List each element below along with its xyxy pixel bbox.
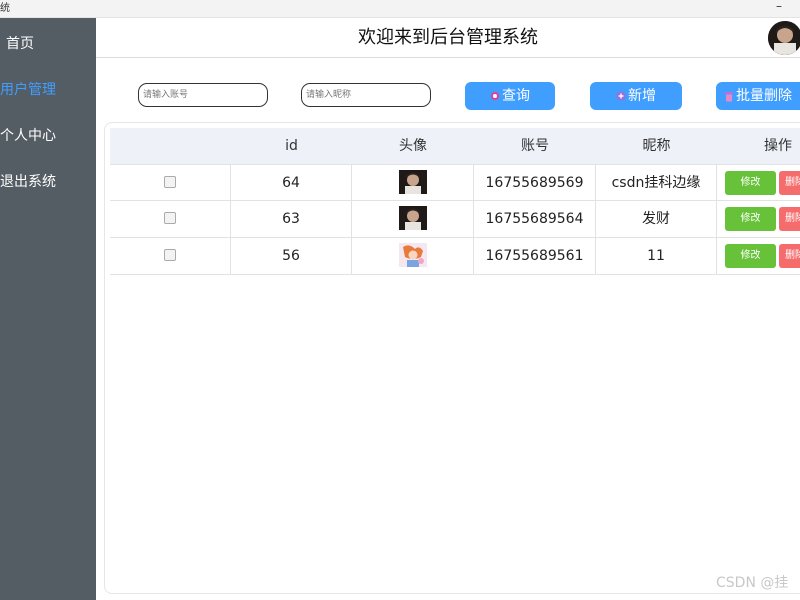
row-checkbox[interactable] — [164, 176, 176, 188]
column-header-avatar: 头像 — [399, 138, 427, 154]
id-cell: 56 — [231, 238, 352, 274]
avatar-cell — [352, 165, 474, 201]
plus-icon — [616, 91, 626, 101]
column-header-nickname: 昵称 — [642, 138, 671, 154]
user-avatar-image — [398, 205, 427, 230]
avatar-image — [768, 21, 800, 55]
column-header-id: id — [285, 138, 298, 154]
row-select-cell — [110, 201, 231, 237]
batch-delete-button-label: 批量删除 — [736, 88, 792, 104]
column-header-account: 账号 — [521, 138, 549, 154]
table-row: 56 16755689561 11 修改 删除 — [110, 238, 800, 275]
trash-icon — [725, 91, 733, 101]
account-search-input[interactable] — [138, 83, 268, 107]
window-titlebar: 统 – — [0, 0, 800, 18]
id-cell: 63 — [231, 201, 352, 237]
batch-delete-button[interactable]: 批量删除 — [716, 82, 800, 110]
nickname-search-input[interactable] — [301, 83, 431, 107]
sidebar-item-personal-center[interactable]: 个人中心 — [0, 116, 96, 156]
user-avatar-image — [398, 242, 427, 267]
watermark: CSDN @挂 — [716, 575, 789, 591]
window-title: 统 — [0, 3, 10, 14]
sidebar: 首页 用户管理 个人中心 退出系统 — [0, 18, 96, 600]
sidebar-item-home[interactable]: 首页 — [6, 24, 102, 64]
search-icon — [491, 92, 499, 100]
avatar-cell — [352, 238, 474, 274]
table-row: 63 16755689564 发财 修改 删除 — [110, 201, 800, 238]
query-button[interactable]: 查询 — [465, 82, 555, 110]
row-select-cell — [110, 238, 231, 274]
row-select-cell — [110, 165, 231, 201]
add-button-label: 新增 — [628, 88, 656, 104]
edit-button[interactable]: 修改 — [725, 171, 776, 195]
header: 欢迎来到后台管理系统 — [96, 18, 800, 58]
table-header: id 头像 账号 昵称 操作 — [110, 128, 800, 164]
avatar[interactable] — [768, 21, 800, 55]
account-cell: 16755689564 — [474, 201, 596, 237]
edit-button[interactable]: 修改 — [725, 207, 776, 231]
sidebar-item-user-management[interactable]: 用户管理 — [0, 70, 96, 110]
table-row: 64 16755689569 csdn挂科边缘 修改 删除 — [110, 164, 800, 201]
query-button-label: 查询 — [502, 88, 530, 104]
add-button[interactable]: 新增 — [590, 82, 682, 110]
edit-button[interactable]: 修改 — [725, 244, 776, 268]
column-header-actions: 操作 — [764, 138, 792, 154]
account-cell: 16755689561 — [474, 238, 596, 274]
row-checkbox[interactable] — [164, 249, 176, 261]
nickname-cell: 发财 — [596, 201, 717, 237]
column-header-select — [110, 128, 231, 164]
delete-button[interactable]: 删除 — [779, 207, 800, 231]
minimize-button[interactable]: – — [776, 0, 782, 15]
row-checkbox[interactable] — [164, 212, 176, 224]
avatar-cell — [352, 201, 474, 237]
id-cell: 64 — [231, 165, 352, 201]
delete-button[interactable]: 删除 — [779, 244, 800, 268]
user-avatar-image — [398, 169, 427, 194]
nickname-cell: 11 — [596, 238, 717, 274]
sidebar-item-logout[interactable]: 退出系统 — [0, 162, 96, 202]
account-cell: 16755689569 — [474, 165, 596, 201]
page-title: 欢迎来到后台管理系统 — [358, 27, 538, 48]
delete-button[interactable]: 删除 — [779, 171, 800, 195]
nickname-cell: csdn挂科边缘 — [596, 165, 717, 201]
